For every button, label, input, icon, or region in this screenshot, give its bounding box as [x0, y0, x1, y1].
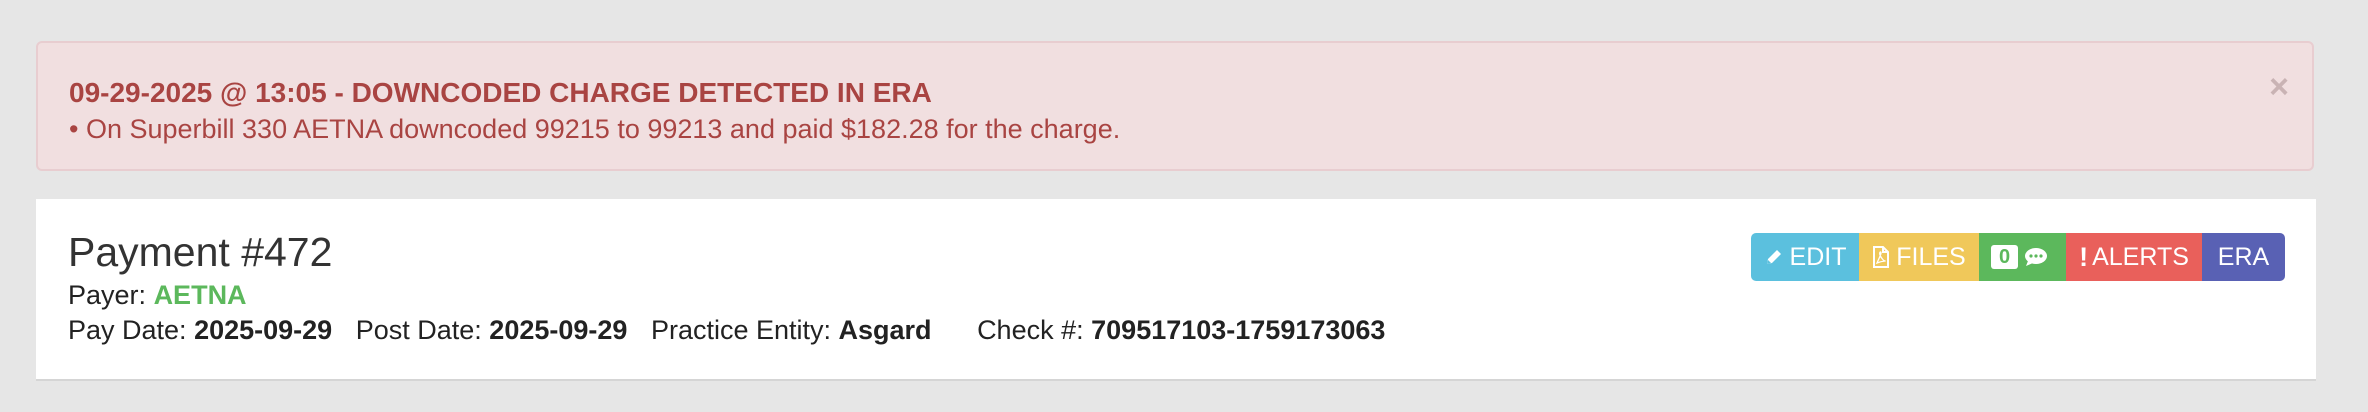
practice-entity-value: Asgard [838, 315, 932, 345]
payer-name: AETNA [153, 280, 247, 310]
alerts-label: ALERTS [2092, 242, 2189, 271]
era-button[interactable]: ERA [2202, 233, 2285, 281]
exclamation-icon: ! [2079, 241, 2089, 272]
era-label: ERA [2217, 242, 2270, 271]
files-label: FILES [1896, 242, 1966, 271]
notes-button[interactable]: 0 [1979, 233, 2066, 281]
payer-label: Payer: [68, 280, 147, 310]
practice-entity-label: Practice Entity: [650, 315, 831, 345]
downcode-alert: 09-29-2025 @ 13:05 - DOWNCODED CHARGE DE… [36, 41, 2314, 171]
edit-button[interactable]: EDIT [1751, 233, 1859, 281]
payment-toolbar: EDIT FILES 0 ! ALERTS ERA [1751, 233, 2285, 281]
post-date-value: 2025-09-29 [489, 315, 628, 345]
pay-date-label: Pay Date: [68, 315, 187, 345]
edit-label: EDIT [1789, 242, 1847, 271]
post-date-label: Post Date: [355, 315, 482, 345]
pencil-icon [1764, 247, 1784, 267]
notes-count-badge: 0 [1990, 245, 2019, 269]
alerts-button[interactable]: ! ALERTS [2066, 233, 2202, 281]
files-button[interactable]: FILES [1859, 233, 1979, 281]
payment-meta: Pay Date: 2025-09-29 Post Date: 2025-09-… [68, 314, 1385, 346]
check-number-value: 709517103-1759173063 [1091, 315, 1386, 345]
payment-panel: Payment #472 Payer: AETNA Pay Date: 2025… [36, 199, 2316, 381]
pdf-file-icon [1872, 246, 1890, 268]
payer-line: Payer: AETNA [68, 279, 247, 311]
pay-date-value: 2025-09-29 [194, 315, 333, 345]
page-title: Payment #472 [68, 229, 333, 275]
comment-icon [2024, 247, 2048, 267]
check-number-label: Check #: [977, 315, 1084, 345]
alert-title: 09-29-2025 @ 13:05 - DOWNCODED CHARGE DE… [69, 77, 932, 108]
alert-message: • On Superbill 330 AETNA downcoded 99215… [69, 114, 1121, 144]
close-icon[interactable]: × [2264, 67, 2294, 107]
